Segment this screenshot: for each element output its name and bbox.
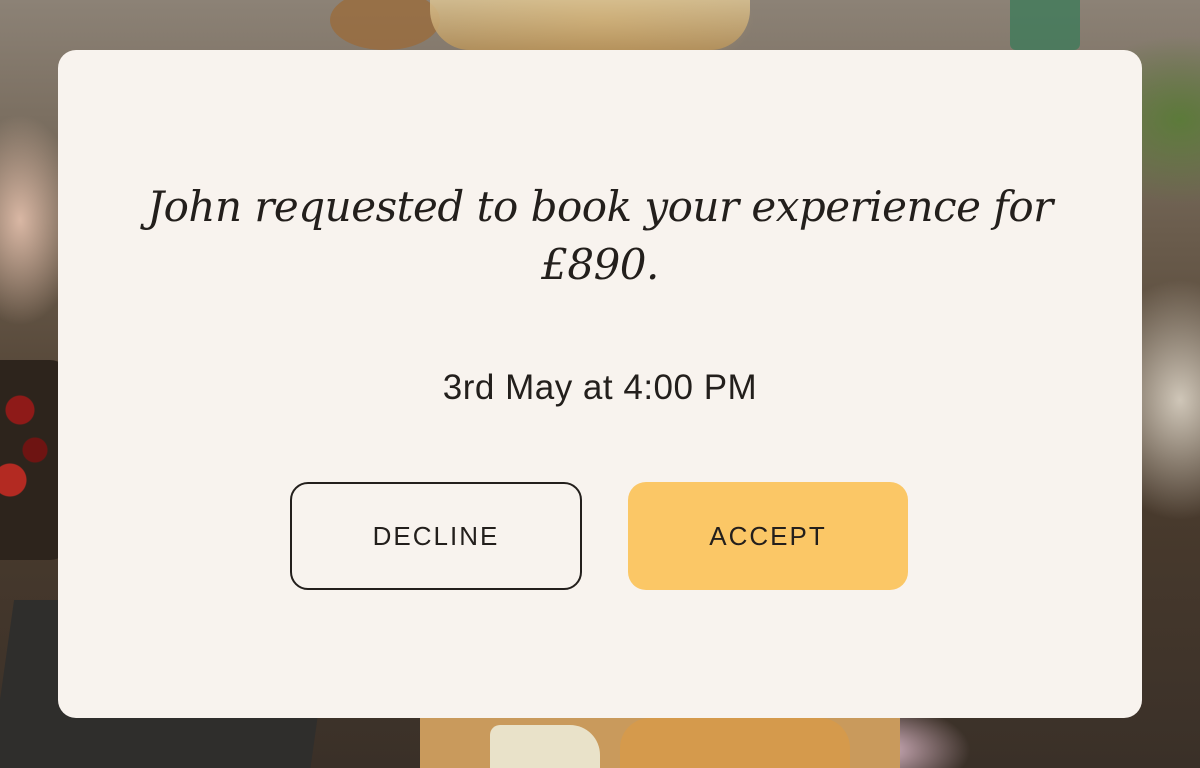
booking-datetime: 3rd May at 4:00 PM [442, 368, 758, 407]
accept-button-label: ACCEPT [709, 520, 827, 551]
accept-button[interactable]: ACCEPT [628, 482, 908, 590]
decline-button-label: DECLINE [372, 520, 500, 551]
booking-request-title: John requested to book your experience f… [147, 182, 1053, 289]
booking-request-modal: John requested to book your experience f… [58, 50, 1142, 718]
bread-image [330, 0, 440, 50]
decline-button[interactable]: DECLINE [290, 482, 582, 590]
bottle-image [1010, 0, 1080, 50]
baguette-image [620, 718, 850, 768]
cheese-image [490, 725, 600, 768]
wine-glass-image [430, 0, 750, 50]
